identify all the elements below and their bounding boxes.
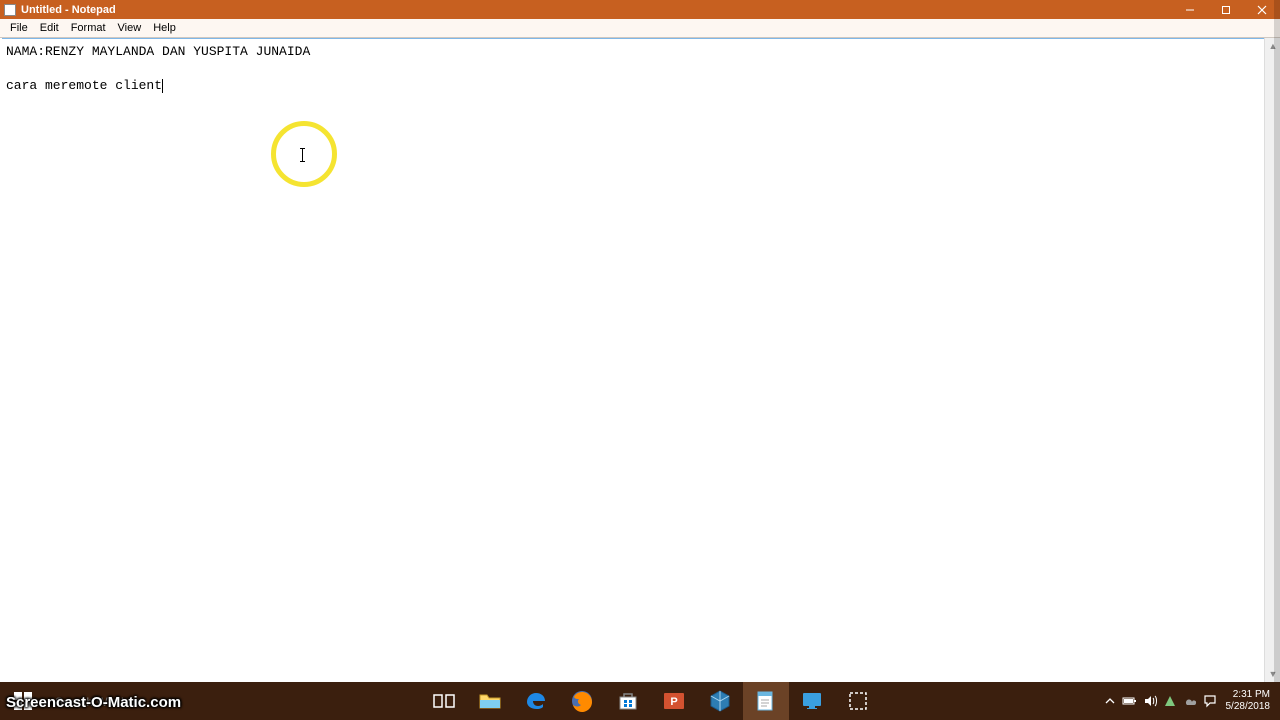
clock[interactable]: 2:31 PM 5/28/2018: [1220, 689, 1277, 713]
menu-help[interactable]: Help: [147, 20, 182, 36]
titlebar[interactable]: Untitled - Notepad: [0, 0, 1280, 19]
right-edge-shadow: [1274, 0, 1280, 682]
firefox-icon: [570, 689, 594, 713]
ibeam-cursor-icon: [302, 148, 303, 162]
volume-icon[interactable]: [1140, 682, 1160, 720]
text-editor[interactable]: NAMA:RENZY MAYLANDA DAN YUSPITA JUNAIDA …: [2, 38, 1264, 682]
store-button[interactable]: [605, 682, 651, 720]
clock-time: 2:31 PM: [1226, 689, 1271, 701]
edge-button[interactable]: [513, 682, 559, 720]
clock-date: 5/28/2018: [1226, 701, 1271, 713]
menu-file[interactable]: File: [4, 20, 34, 36]
snipping-tool-button[interactable]: [835, 682, 881, 720]
remote-desktop-button[interactable]: [789, 682, 835, 720]
taskbar-apps: P: [421, 682, 881, 720]
menu-view[interactable]: View: [112, 20, 148, 36]
svg-text:P: P: [670, 696, 677, 708]
snip-icon: [846, 689, 870, 713]
folder-icon: [478, 689, 502, 713]
notepad-taskbar-button[interactable]: [743, 682, 789, 720]
virtualbox-button[interactable]: [697, 682, 743, 720]
minimize-button[interactable]: [1172, 0, 1208, 19]
task-view-button[interactable]: [421, 682, 467, 720]
editor-container: NAMA:RENZY MAYLANDA DAN YUSPITA JUNAIDA …: [0, 38, 1280, 682]
watermark-text: Screencast-O-Matic.com: [6, 694, 181, 711]
taskbar[interactable]: Search Windows P 2:31 PM 5/28/2018: [0, 682, 1280, 720]
powerpoint-button[interactable]: P: [651, 682, 697, 720]
firefox-button[interactable]: [559, 682, 605, 720]
tray-app-icon[interactable]: [1160, 682, 1180, 720]
window-title: Untitled - Notepad: [21, 4, 116, 16]
menu-format[interactable]: Format: [65, 20, 112, 36]
editor-line: NAMA:RENZY MAYLANDA DAN YUSPITA JUNAIDA: [6, 44, 310, 59]
text-caret: [162, 79, 163, 93]
store-icon: [616, 689, 640, 713]
notepad-taskbar-icon: [754, 689, 778, 713]
system-tray: 2:31 PM 5/28/2018: [1100, 682, 1280, 720]
virtualbox-icon: [708, 689, 732, 713]
menu-edit[interactable]: Edit: [34, 20, 65, 36]
edge-icon: [524, 689, 548, 713]
tray-chevron-up-icon[interactable]: [1100, 682, 1120, 720]
action-center-icon[interactable]: [1200, 682, 1220, 720]
powerpoint-icon: P: [662, 689, 686, 713]
remote-desktop-icon: [800, 689, 824, 713]
menubar: File Edit Format View Help: [0, 19, 1280, 38]
maximize-button[interactable]: [1208, 0, 1244, 19]
editor-line: cara meremote client: [6, 78, 162, 93]
task-view-icon: [432, 689, 456, 713]
file-explorer-button[interactable]: [467, 682, 513, 720]
notepad-icon: [4, 4, 16, 16]
onedrive-icon[interactable]: [1180, 682, 1200, 720]
battery-icon[interactable]: [1120, 682, 1140, 720]
